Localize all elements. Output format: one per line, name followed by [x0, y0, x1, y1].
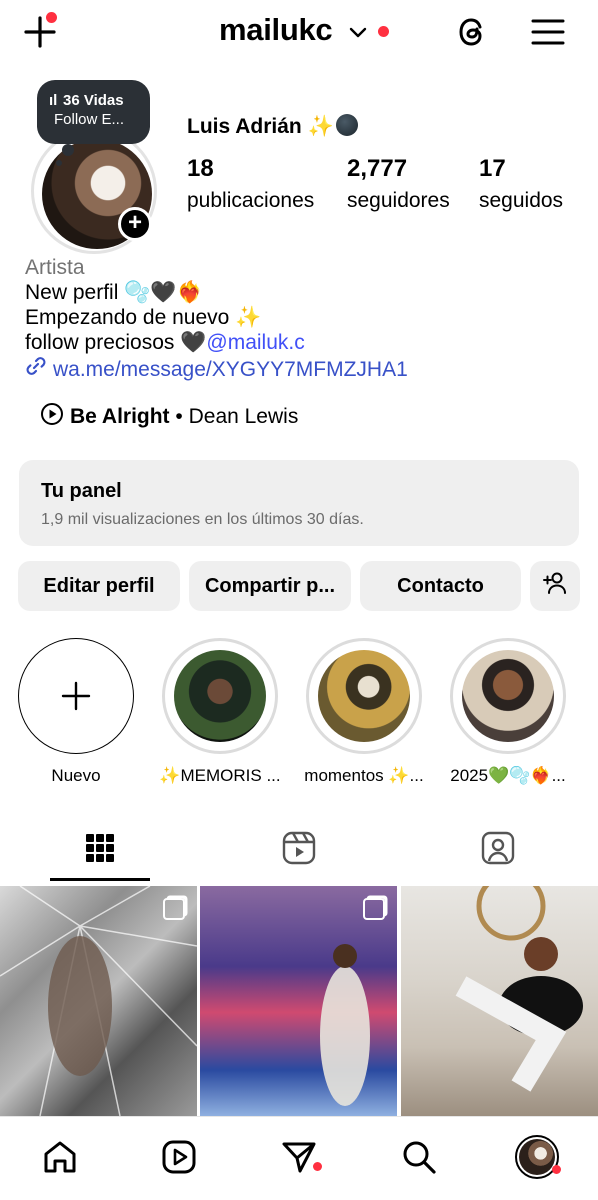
search-icon[interactable] — [397, 1135, 441, 1179]
tab-reels[interactable] — [249, 818, 349, 882]
highlight-cover — [318, 650, 410, 742]
stat-label: seguidos — [479, 189, 564, 212]
bio-line1: New perfil 🫧🖤❤️‍🔥 — [25, 281, 203, 304]
notification-dot — [46, 12, 57, 23]
post-figure — [320, 944, 370, 1106]
bio: Artista New perfil 🫧🖤❤️‍🔥 Empezando de n… — [25, 255, 585, 383]
highlight-cover — [174, 650, 266, 742]
edit-profile-button[interactable]: Editar perfil — [18, 561, 180, 611]
moon-icon — [335, 114, 358, 136]
stat-posts[interactable]: 18 publicaciones — [187, 155, 314, 213]
bio-link-text: wa.me/message/XYGYY7MFMZJHA1 — [53, 357, 408, 381]
stat-following[interactable]: 17 seguidos — [479, 155, 563, 213]
post-figure — [455, 886, 583, 1092]
stat-value: 18 — [187, 155, 214, 182]
highlight-momentos[interactable]: momentos ✨... — [304, 638, 424, 786]
note-line1: 36 Vidas — [63, 92, 124, 109]
carousel-icon — [363, 898, 385, 920]
share-profile-button[interactable]: Compartir p... — [189, 561, 351, 611]
highlight-2025[interactable]: 2025💚🫧❤️‍🔥... — [450, 638, 566, 786]
active-tab-indicator — [50, 878, 150, 881]
bio-line3-text: follow preciosos 🖤 — [25, 331, 207, 354]
threads-icon[interactable] — [452, 12, 492, 52]
stat-followers[interactable]: 2,777 seguidores — [347, 155, 450, 213]
discover-people-button[interactable] — [530, 561, 580, 611]
grid-icon — [85, 833, 115, 868]
bio-line2: Empezando de nuevo ✨ — [25, 306, 262, 329]
panel-title: Tu panel — [41, 480, 122, 502]
stat-label: seguidores — [347, 189, 450, 212]
shattered-glass-pattern — [0, 886, 197, 1116]
profile-avatar-photo — [519, 1139, 555, 1175]
music-separator: • — [169, 405, 189, 428]
account-notification-dot — [378, 26, 389, 37]
menu-icon[interactable] — [528, 12, 568, 52]
carousel-icon — [163, 898, 185, 920]
highlight-label: ✨MEMORIS ... — [159, 766, 281, 785]
full-name-text: Luis Adrián ✨ — [187, 115, 334, 138]
professional-dashboard[interactable]: Tu panel 1,9 mil visualizaciones en los … — [19, 460, 579, 546]
highlight-label: Nuevo — [51, 766, 101, 785]
reels-icon — [281, 830, 317, 871]
messages-icon[interactable] — [277, 1135, 321, 1179]
chevron-down-icon[interactable] — [348, 22, 368, 47]
song-title: Be Alright — [70, 405, 170, 428]
bio-category: Artista — [25, 256, 85, 279]
contact-button[interactable]: Contacto — [360, 561, 521, 611]
post-thumbnail[interactable] — [0, 886, 197, 1116]
add-person-icon — [542, 571, 568, 601]
bio-link[interactable]: wa.me/message/XYGYY7MFMZJHA1 — [25, 355, 585, 383]
highlight-ring — [450, 638, 566, 754]
stat-label: publicaciones — [187, 189, 315, 212]
profile-note[interactable]: ıl 36 Vidas Follow E... — [37, 80, 150, 144]
song-artist: Dean Lewis — [188, 405, 299, 428]
post-thumbnail[interactable] — [200, 886, 397, 1116]
bottom-navigation — [0, 1116, 598, 1200]
play-circle-icon — [40, 402, 64, 432]
tab-tagged[interactable] — [448, 818, 548, 882]
highlight-new[interactable]: Nuevo — [18, 638, 134, 786]
top-bar: mailukc — [0, 0, 598, 64]
panel-subtitle: 1,9 mil visualizaciones en los últimos 3… — [41, 511, 364, 528]
highlight-label: 2025💚🫧❤️‍🔥... — [450, 766, 566, 785]
note-line2: Follow E... — [54, 111, 125, 128]
stat-value: 17 — [479, 155, 506, 182]
stat-value: 2,777 — [347, 155, 408, 182]
profile-notification-dot — [552, 1165, 561, 1174]
profile-username[interactable]: mailukc — [219, 12, 333, 48]
link-icon — [25, 355, 47, 383]
highlight-cover — [462, 650, 554, 742]
reels-icon[interactable] — [157, 1135, 201, 1179]
note-tail — [62, 144, 74, 156]
post-thumbnail[interactable] — [401, 886, 598, 1116]
plus-icon — [18, 638, 134, 754]
profile-music[interactable]: Be Alright • Dean Lewis — [40, 402, 298, 432]
bio-line3: follow preciosos 🖤@mailuk.c — [25, 330, 585, 355]
full-name: Luis Adrián ✨ — [187, 114, 358, 139]
note-tail-small — [56, 160, 62, 166]
home-icon[interactable] — [38, 1135, 82, 1179]
highlight-ring — [162, 638, 278, 754]
highlight-label: momentos ✨... — [304, 766, 424, 785]
tagged-icon — [480, 830, 516, 871]
add-story-icon[interactable]: + — [118, 207, 152, 241]
highlight-ring — [306, 638, 422, 754]
music-bars-icon: ıl — [49, 92, 58, 109]
tab-posts[interactable] — [50, 818, 150, 882]
bio-mention[interactable]: @mailuk.c — [206, 331, 304, 354]
highlight-memoris[interactable]: ✨MEMORIS ... — [159, 638, 281, 786]
messages-notification-dot — [313, 1162, 322, 1171]
